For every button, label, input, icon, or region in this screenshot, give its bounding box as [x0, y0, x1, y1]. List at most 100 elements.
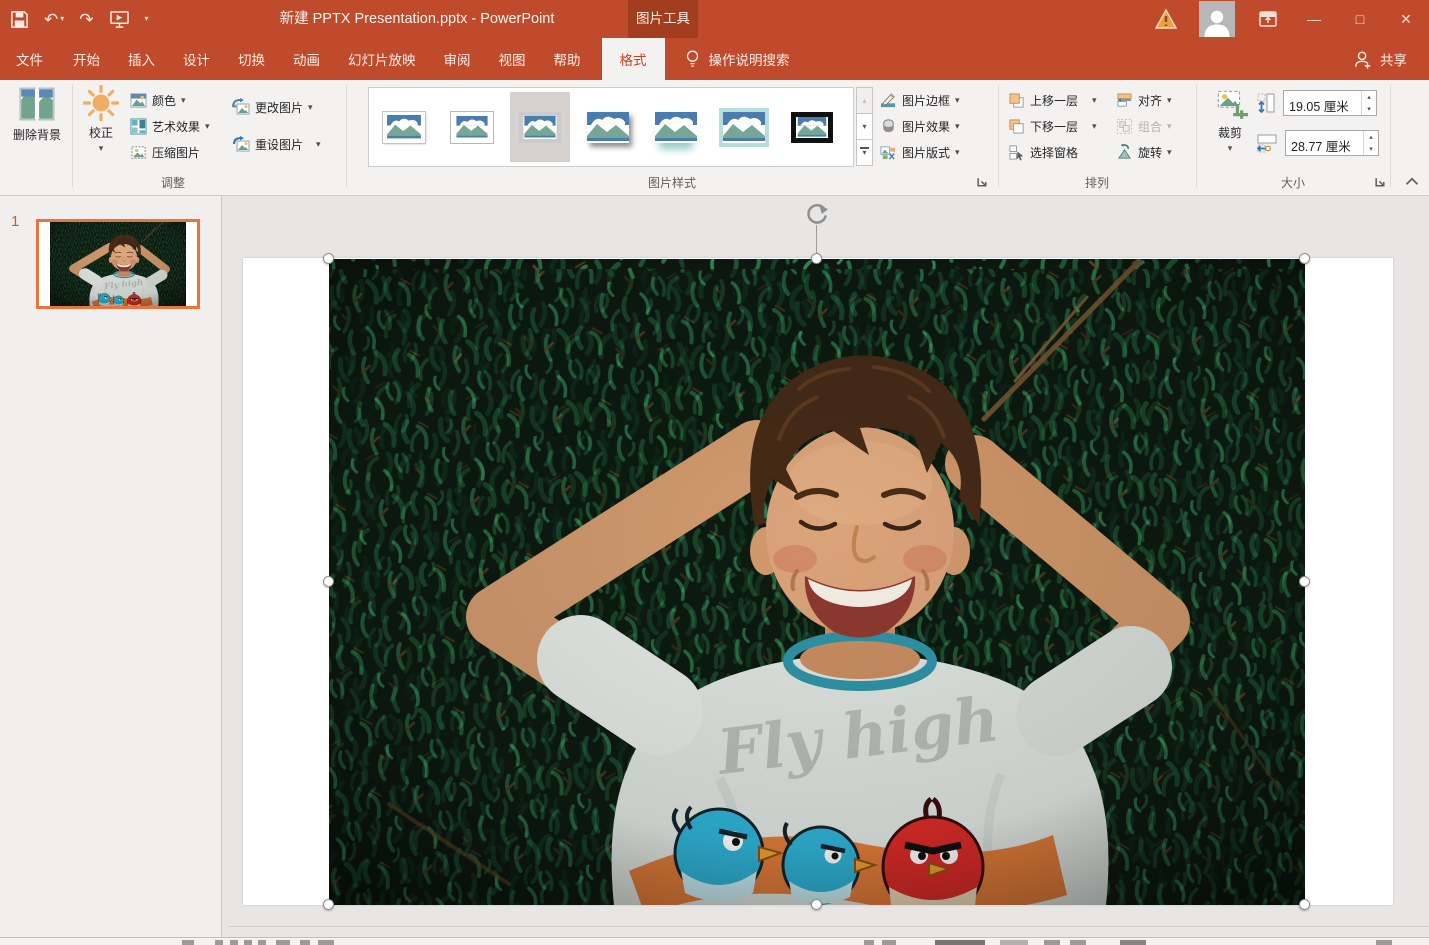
resize-handle-bottom-center[interactable] [811, 899, 822, 910]
powerpoint-window: ↶▾ ↷ ▾ 新建 PPTX Presentation.pptx - Power… [0, 0, 1429, 945]
artistic-effects-icon [130, 118, 147, 135]
dropdown-caret-icon: ▾ [1092, 122, 1097, 131]
gallery-scroll-up-button[interactable]: ▴ [856, 87, 873, 114]
shape-width-field[interactable]: 28.77 厘米 ▴▾ [1285, 130, 1379, 156]
picture-style-5[interactable] [646, 92, 706, 162]
start-slideshow-button[interactable] [109, 10, 130, 29]
redo-icon: ↷ [79, 11, 93, 28]
selection-pane-button[interactable]: 选择窗格 [1008, 140, 1078, 164]
picture-tools-contextual-tab[interactable]: 图片工具 [628, 0, 698, 38]
resize-handle-middle-left[interactable] [323, 576, 334, 587]
tab-transitions[interactable]: 切换 [224, 38, 279, 80]
dropdown-caret-icon: ▾ [99, 144, 104, 153]
width-spin-down[interactable]: ▾ [1364, 143, 1378, 155]
share-button[interactable]: 共享 [1353, 38, 1407, 80]
status-bar[interactable] [0, 937, 1429, 945]
picture-styles-dialog-launcher[interactable] [976, 176, 989, 189]
ribbon-format: 删除背景 校正 ▾ 颜色 ▾ 艺术效果 ▾ 压缩图片 更改图片 ▾ [0, 80, 1429, 196]
send-backward-icon [1008, 118, 1025, 135]
slide-thumbnail-photo [50, 222, 186, 306]
undo-caret-icon[interactable]: ▾ [60, 15, 64, 23]
resize-handle-top-center[interactable] [811, 253, 822, 264]
horizontal-scrollbar-track[interactable] [228, 926, 1429, 927]
compress-pictures-button[interactable]: 压缩图片 [130, 140, 200, 164]
slide-thumbnail-panel[interactable]: 1 [0, 196, 222, 937]
tab-design[interactable]: 设计 [169, 38, 224, 80]
picture-style-6[interactable] [714, 92, 774, 162]
redo-button[interactable]: ↷ [79, 11, 93, 28]
editing-canvas[interactable] [222, 196, 1429, 937]
ribbon-display-options-button[interactable] [1245, 0, 1291, 38]
dropdown-caret-icon: ▾ [1167, 96, 1172, 105]
shape-height-field[interactable]: 19.05 厘米 ▴▾ [1283, 90, 1377, 116]
width-spin-up[interactable]: ▴ [1364, 131, 1378, 143]
rotate-icon [1116, 144, 1133, 161]
bring-forward-button[interactable]: 上移一层 ▾ [1008, 88, 1097, 112]
tab-slideshow[interactable]: 幻灯片放映 [334, 38, 430, 80]
picture-style-7[interactable] [782, 92, 842, 162]
gallery-scroll: ▴ ▾ ▾ [856, 87, 873, 165]
tab-format-active[interactable]: 格式 [602, 38, 665, 80]
artistic-effects-button[interactable]: 艺术效果 ▾ [130, 114, 210, 138]
resize-handle-bottom-right[interactable] [1299, 899, 1310, 910]
picture-style-2[interactable] [442, 92, 502, 162]
resize-handle-bottom-left[interactable] [323, 899, 334, 910]
group-label-adjust: 调整 [0, 174, 346, 190]
collapse-ribbon-icon[interactable] [1404, 176, 1420, 187]
corrections-sun-icon [83, 85, 119, 121]
share-person-icon [1353, 50, 1373, 69]
maximize-button[interactable]: □ [1337, 0, 1383, 38]
close-button[interactable]: ✕ [1383, 0, 1429, 38]
dropdown-caret-icon: ▾ [308, 103, 313, 112]
undo-button[interactable]: ↶▾ [44, 11, 64, 28]
tab-animations[interactable]: 动画 [279, 38, 334, 80]
account-avatar[interactable] [1199, 1, 1235, 37]
tab-insert[interactable]: 插入 [114, 38, 169, 80]
picture-style-1[interactable] [374, 92, 434, 162]
warning-icon[interactable] [1143, 0, 1189, 38]
align-icon [1116, 92, 1133, 109]
resize-handle-middle-right[interactable] [1299, 576, 1310, 587]
tab-home[interactable]: 开始 [59, 38, 114, 80]
gallery-scroll-down-button[interactable]: ▾ [856, 113, 873, 140]
remove-background-button[interactable]: 删除背景 [2, 85, 72, 143]
reset-picture-button[interactable]: 重设图片 ▾ [232, 132, 321, 156]
tell-me-search[interactable]: 操作说明搜索 [685, 38, 790, 80]
shape-width-row: 28.77 厘米 ▴▾ [1256, 130, 1379, 156]
color-button[interactable]: 颜色 ▾ [130, 88, 186, 112]
size-dialog-launcher[interactable] [1374, 176, 1387, 189]
send-backward-button[interactable]: 下移一层 ▾ [1008, 114, 1097, 138]
rotate-button[interactable]: 旋转 ▾ [1116, 140, 1172, 164]
dropdown-caret-icon: ▾ [1092, 96, 1097, 105]
customize-qat-button[interactable]: ▾ [145, 15, 149, 23]
titlebar: ↶▾ ↷ ▾ 新建 PPTX Presentation.pptx - Power… [0, 0, 1429, 38]
rotation-handle-icon[interactable] [805, 201, 830, 226]
corrections-button[interactable]: 校正 ▾ [77, 85, 125, 153]
resize-handle-top-left[interactable] [323, 253, 334, 264]
slide-1-thumbnail[interactable] [36, 219, 200, 309]
align-button[interactable]: 对齐 ▾ [1116, 88, 1172, 112]
tab-review[interactable]: 审阅 [430, 38, 485, 80]
group-label-size: 大小 [1196, 174, 1390, 190]
minimize-button[interactable]: — [1291, 0, 1337, 38]
group-label-arrange: 排列 [998, 174, 1196, 190]
picture-style-3-selected[interactable] [510, 92, 570, 162]
shape-height-icon [1256, 92, 1276, 114]
height-spin-up[interactable]: ▴ [1362, 91, 1376, 103]
crop-button[interactable]: 裁剪 ▾ [1206, 85, 1254, 153]
change-picture-button[interactable]: 更改图片 ▾ [232, 95, 313, 119]
picture-layout-button[interactable]: 图片版式 ▾ [880, 140, 960, 164]
height-spin-down[interactable]: ▾ [1362, 103, 1376, 115]
tab-file[interactable]: 文件 [0, 38, 59, 80]
gallery-more-button[interactable]: ▾ [856, 139, 873, 166]
picture-effects-button[interactable]: 图片效果 ▾ [880, 114, 960, 138]
quick-access-toolbar: ↶▾ ↷ ▾ [10, 0, 149, 38]
selected-picture[interactable] [329, 259, 1305, 905]
resize-handle-top-right[interactable] [1299, 253, 1310, 264]
save-button[interactable] [10, 10, 29, 29]
picture-border-button[interactable]: 图片边框 ▾ [880, 88, 960, 112]
tab-view[interactable]: 视图 [485, 38, 540, 80]
tab-help[interactable]: 帮助 [540, 38, 595, 80]
picture-style-4[interactable] [578, 92, 638, 162]
dropdown-caret-icon: ▾ [1167, 122, 1172, 131]
